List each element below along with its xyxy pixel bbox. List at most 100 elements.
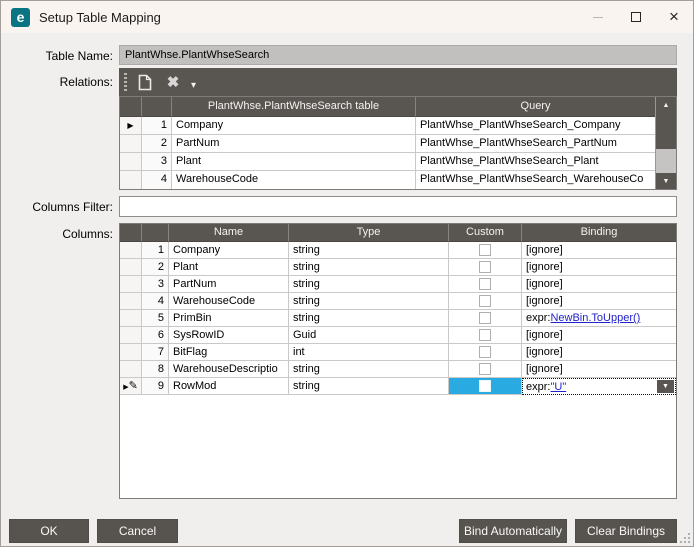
new-relation-button[interactable] xyxy=(133,70,157,94)
type-cell[interactable]: string xyxy=(289,361,449,378)
table-cell[interactable]: Company xyxy=(172,117,416,135)
name-cell[interactable]: RowMod xyxy=(169,378,289,395)
columns-row[interactable]: 2 Plant string [ignore] xyxy=(120,259,676,276)
columns-row[interactable]: 7 BitFlag int [ignore] xyxy=(120,344,676,361)
custom-checkbox[interactable] xyxy=(479,329,491,341)
columns-row[interactable]: 1 Company string [ignore] xyxy=(120,242,676,259)
type-cell[interactable]: string xyxy=(289,276,449,293)
columns-row[interactable]: 4 WarehouseCode string [ignore] xyxy=(120,293,676,310)
row-selector-cell[interactable] xyxy=(120,242,142,259)
binding-dropdown-button[interactable]: ▼ xyxy=(657,380,674,393)
query-cell[interactable]: PlantWhse_PlantWhseSearch_Plant xyxy=(416,153,655,171)
scroll-down-button[interactable]: ▼ xyxy=(656,173,676,189)
name-cell[interactable]: PartNum xyxy=(169,276,289,293)
custom-cell[interactable] xyxy=(449,259,522,276)
columns-row[interactable]: 8 WarehouseDescriptio string [ignore] xyxy=(120,361,676,378)
custom-checkbox[interactable] xyxy=(479,295,491,307)
binding-cell[interactable]: [ignore] xyxy=(522,276,676,293)
row-selector-cell[interactable] xyxy=(120,153,142,171)
binding-link[interactable]: NewBin.ToUpper() xyxy=(550,312,640,324)
custom-cell[interactable] xyxy=(449,310,522,327)
table-cell[interactable]: Plant xyxy=(172,153,416,171)
row-selector-cell[interactable] xyxy=(120,310,142,327)
row-selector-cell[interactable] xyxy=(120,276,142,293)
binding-cell[interactable]: expr:NewBin.ToUpper() xyxy=(522,310,676,327)
columns-filter-input[interactable] xyxy=(119,196,677,217)
minimize-button[interactable] xyxy=(579,1,617,33)
custom-cell[interactable] xyxy=(449,344,522,361)
relations-query-column-header[interactable]: Query xyxy=(416,97,655,117)
delete-relation-button[interactable]: ✖ xyxy=(161,70,185,94)
custom-cell[interactable] xyxy=(449,276,522,293)
name-cell[interactable]: Plant xyxy=(169,259,289,276)
type-cell[interactable]: string xyxy=(289,242,449,259)
name-cell[interactable]: PrimBin xyxy=(169,310,289,327)
binding-link[interactable]: "U" xyxy=(550,381,566,393)
binding-cell-editing[interactable]: expr:"U"▼ xyxy=(522,378,676,395)
custom-cell[interactable] xyxy=(449,327,522,344)
row-selector-cell[interactable]: ▶✎ xyxy=(120,378,142,395)
name-cell[interactable]: BitFlag xyxy=(169,344,289,361)
custom-checkbox[interactable] xyxy=(479,261,491,273)
name-column-header[interactable]: Name xyxy=(169,224,289,242)
custom-cell[interactable] xyxy=(449,293,522,310)
binding-cell[interactable]: [ignore] xyxy=(522,293,676,310)
titlebar[interactable]: e Setup Table Mapping × xyxy=(1,1,693,33)
relations-row[interactable]: ▶ 1 Company PlantWhse_PlantWhseSearch_Co… xyxy=(120,117,655,135)
custom-checkbox[interactable] xyxy=(479,244,491,256)
query-cell[interactable]: PlantWhse_PlantWhseSearch_PartNum xyxy=(416,135,655,153)
name-cell[interactable]: SysRowID xyxy=(169,327,289,344)
custom-cell[interactable] xyxy=(449,242,522,259)
type-cell[interactable]: string xyxy=(289,293,449,310)
relations-row[interactable]: 4 WarehouseCode PlantWhse_PlantWhseSearc… xyxy=(120,171,655,189)
table-cell[interactable]: WarehouseCode xyxy=(172,171,416,189)
query-cell[interactable]: PlantWhse_PlantWhseSearch_Company xyxy=(416,117,655,135)
columns-row[interactable]: 5 PrimBin string expr:NewBin.ToUpper() xyxy=(120,310,676,327)
columns-row-editing[interactable]: ▶✎ 9 RowMod string expr:"U"▼ xyxy=(120,378,676,395)
custom-checkbox[interactable] xyxy=(479,363,491,375)
toolbar-overflow-dropdown[interactable]: ▾ xyxy=(191,81,196,91)
binding-cell[interactable]: [ignore] xyxy=(522,259,676,276)
table-cell[interactable]: PartNum xyxy=(172,135,416,153)
name-cell[interactable]: WarehouseCode xyxy=(169,293,289,310)
toolbar-grip-handle[interactable] xyxy=(124,73,127,91)
scrollbar-track[interactable] xyxy=(656,149,676,173)
maximize-button[interactable] xyxy=(617,1,655,33)
relations-table-column-header[interactable]: PlantWhse.PlantWhseSearch table xyxy=(172,97,416,117)
resize-grip[interactable] xyxy=(678,531,690,543)
bind-automatically-button[interactable]: Bind Automatically xyxy=(459,519,567,543)
type-column-header[interactable]: Type xyxy=(289,224,449,242)
row-selector-cell[interactable] xyxy=(120,135,142,153)
relations-scrollbar[interactable]: ▲ ▼ xyxy=(655,97,676,189)
binding-column-header[interactable]: Binding xyxy=(522,224,676,242)
columns-row[interactable]: 3 PartNum string [ignore] xyxy=(120,276,676,293)
cancel-button[interactable]: Cancel xyxy=(97,519,178,543)
custom-column-header[interactable]: Custom xyxy=(449,224,522,242)
type-cell[interactable]: Guid xyxy=(289,327,449,344)
type-cell[interactable]: int xyxy=(289,344,449,361)
scroll-up-button[interactable]: ▲ xyxy=(656,97,676,113)
columns-row[interactable]: 6 SysRowID Guid [ignore] xyxy=(120,327,676,344)
relations-row[interactable]: 2 PartNum PlantWhse_PlantWhseSearch_Part… xyxy=(120,135,655,153)
name-cell[interactable]: Company xyxy=(169,242,289,259)
clear-bindings-button[interactable]: Clear Bindings xyxy=(575,519,677,543)
binding-cell[interactable]: [ignore] xyxy=(522,327,676,344)
row-selector-cell[interactable] xyxy=(120,327,142,344)
custom-checkbox[interactable] xyxy=(479,380,491,392)
custom-checkbox[interactable] xyxy=(479,346,491,358)
type-cell[interactable]: string xyxy=(289,259,449,276)
query-cell[interactable]: PlantWhse_PlantWhseSearch_WarehouseCo xyxy=(416,171,655,189)
custom-checkbox[interactable] xyxy=(479,312,491,324)
close-button[interactable]: × xyxy=(655,1,693,33)
row-selector-cell[interactable] xyxy=(120,171,142,189)
row-selector-cell[interactable] xyxy=(120,361,142,378)
custom-cell[interactable] xyxy=(449,361,522,378)
custom-cell-selected[interactable] xyxy=(449,378,522,395)
ok-button[interactable]: OK xyxy=(9,519,89,543)
row-selector-cell[interactable] xyxy=(120,344,142,361)
row-selector-cell[interactable] xyxy=(120,259,142,276)
name-cell[interactable]: WarehouseDescriptio xyxy=(169,361,289,378)
row-selector-cell[interactable] xyxy=(120,293,142,310)
custom-checkbox[interactable] xyxy=(479,278,491,290)
type-cell[interactable]: string xyxy=(289,310,449,327)
